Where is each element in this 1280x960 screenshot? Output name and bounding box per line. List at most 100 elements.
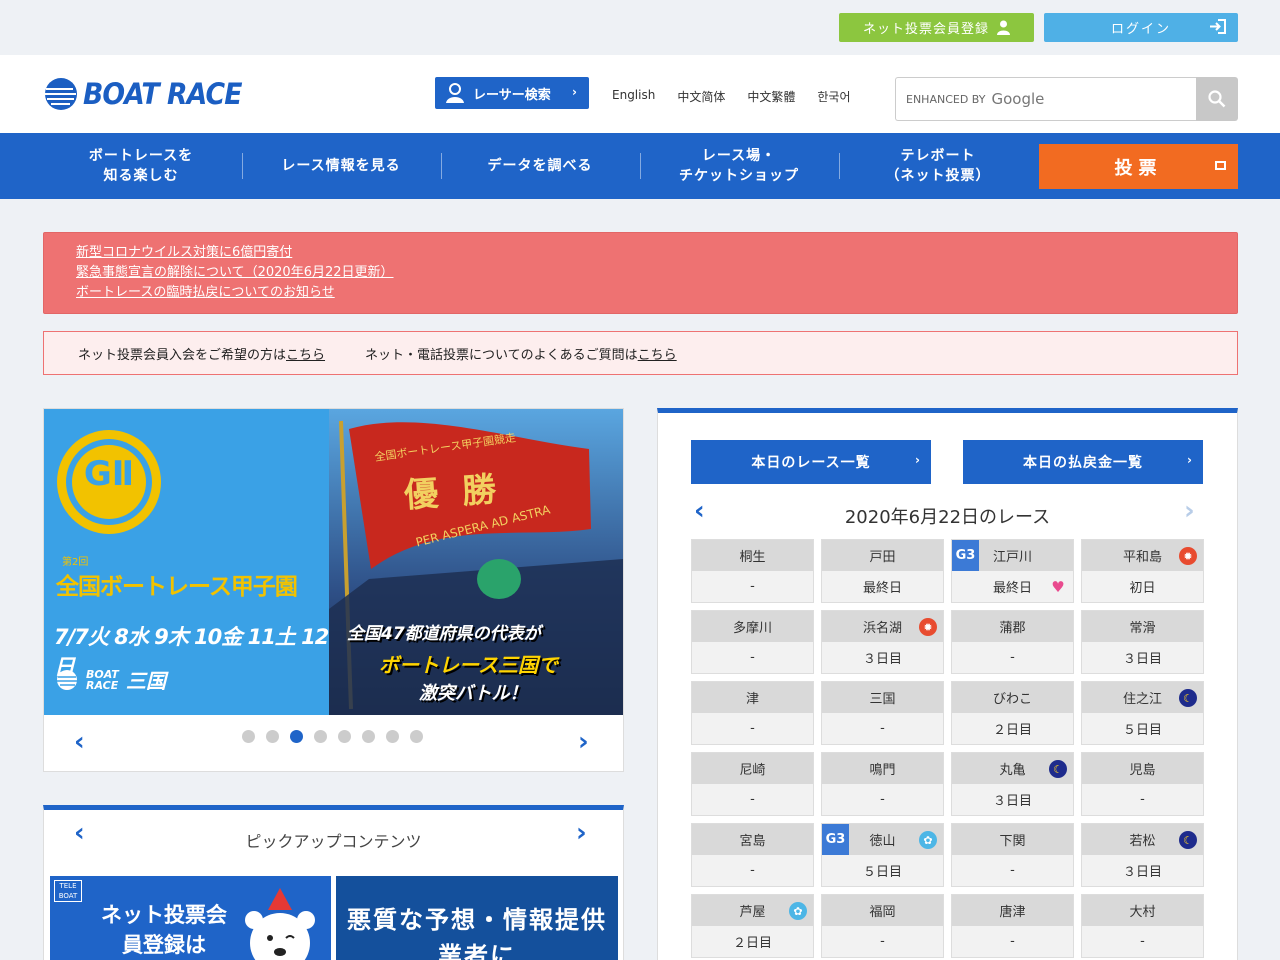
venue-cell[interactable]: 多摩川 - xyxy=(691,610,814,674)
venue-status-text: 最終日 xyxy=(992,581,1032,596)
today-races-button[interactable]: 本日のレース一覧 › xyxy=(691,440,931,484)
venue-cell[interactable]: 浜名湖 ✹ ３日目 xyxy=(821,610,944,674)
venue-cell[interactable]: 芦屋 ✿ ２日目 xyxy=(691,894,814,958)
venue-name: 津 xyxy=(692,682,813,713)
vote-label: 投票 xyxy=(1114,157,1163,179)
carousel-dot[interactable] xyxy=(266,730,279,743)
nav-label-line2: チケットショップ xyxy=(679,168,799,184)
banner-image[interactable]: GⅡ 第2回 全国ボートレース甲子園 7/7火 8水 9木 10金 11土 12… xyxy=(44,409,623,715)
venue-cell[interactable]: びわこ ２日目 xyxy=(951,681,1074,745)
venue-status: - xyxy=(952,642,1073,673)
carousel-dot[interactable] xyxy=(386,730,399,743)
venue-status-text: - xyxy=(1140,792,1145,807)
carousel-dot-active[interactable] xyxy=(290,730,303,743)
heart-icon: ♥ xyxy=(1051,578,1065,596)
carousel-dot[interactable] xyxy=(338,730,351,743)
venue-name-text: 浜名湖 xyxy=(862,621,902,636)
search-input[interactable]: ENHANCED BY Google xyxy=(895,77,1196,121)
nav-item-data[interactable]: データを調べる xyxy=(440,133,640,199)
venue-cell[interactable]: G3 徳山 ✿ ５日目 xyxy=(821,823,944,887)
carousel-dot[interactable] xyxy=(362,730,375,743)
venue-cell[interactable]: 三国 - xyxy=(821,681,944,745)
banner-logo-text: BOAT RACE xyxy=(86,667,119,692)
venue-name-text: 尼崎 xyxy=(739,763,766,778)
venue-status-text: ２日目 xyxy=(992,723,1032,738)
venue-cell[interactable]: 住之江 ☾ ５日目 xyxy=(1081,681,1204,745)
chevron-right-icon: › xyxy=(915,453,921,467)
today-payouts-button[interactable]: 本日の払戻金一覧 › xyxy=(963,440,1203,484)
carousel-dot[interactable] xyxy=(314,730,327,743)
pickup-card-register[interactable]: TELE BOAT ネット投票会員登録は xyxy=(50,876,331,960)
venue-cell[interactable]: 下関 - xyxy=(951,823,1074,887)
nav-item-stadium[interactable]: レース場・チケットショップ xyxy=(639,133,839,199)
venue-cell[interactable]: 若松 ☾ ３日目 xyxy=(1081,823,1204,887)
venue-cell[interactable]: 児島 - xyxy=(1081,752,1204,816)
nav-item-race-info[interactable]: レース情報を見る xyxy=(241,133,441,199)
racer-search-button[interactable]: レーサー検索 › xyxy=(435,77,589,109)
venue-cell[interactable]: 唐津 - xyxy=(951,894,1074,958)
pickup-card-warning[interactable]: 悪質な予想・情報提供業者に xyxy=(336,876,618,960)
net-vote-register-button[interactable]: ネット投票会員登録 xyxy=(839,13,1034,42)
pickup-card2-text: 悪質な予想・情報提供業者に xyxy=(347,905,607,960)
grade-text: GⅡ xyxy=(83,454,135,494)
venue-name: 住之江 ☾ xyxy=(1082,682,1203,713)
venue-name: G3 徳山 ✿ xyxy=(822,824,943,855)
search-button[interactable] xyxy=(1196,77,1238,121)
venue-status-text: - xyxy=(1010,934,1015,949)
venue-cell[interactable]: 常滑 ３日目 xyxy=(1081,610,1204,674)
venue-name: 福岡 xyxy=(822,895,943,926)
venue-status: - xyxy=(1082,784,1203,815)
nav-item-teleboat[interactable]: テレボート （ネット投票） xyxy=(838,133,1038,199)
nav-item-learn[interactable]: ボートレースを 知る楽しむ xyxy=(41,133,241,199)
venue-cell[interactable]: 福岡 - xyxy=(821,894,944,958)
lang-zh-hans[interactable]: 中文简体 xyxy=(677,88,725,105)
venue-cell[interactable]: 桐生 - xyxy=(691,539,814,603)
vote-button[interactable]: 投票 xyxy=(1039,144,1238,189)
venue-status-text: 最終日 xyxy=(862,581,902,596)
venue-cell[interactable]: 鳴門 - xyxy=(821,752,944,816)
venue-name-text: 鳴門 xyxy=(869,763,896,778)
alert-link-donation[interactable]: 新型コロナウイルス対策に6億円寄付 xyxy=(76,243,1237,263)
pickup-section: ‹ ピックアップコンテンツ › TELE BOAT ネット投票会員登録は 悪質な… xyxy=(43,805,624,960)
venue-status: - xyxy=(952,926,1073,957)
venue-cell[interactable]: 丸亀 ☾ ３日目 xyxy=(951,752,1074,816)
venue-name-text: 徳山 xyxy=(869,834,896,849)
venue-cell[interactable]: 尼崎 - xyxy=(691,752,814,816)
venue-status-text: ３日目 xyxy=(1122,652,1162,667)
venue-status: 初日 xyxy=(1082,571,1203,602)
venue-cell[interactable]: 大村 - xyxy=(1081,894,1204,958)
lang-english[interactable]: English xyxy=(612,88,655,105)
venue-status-text: ２日目 xyxy=(732,936,772,951)
venue-name: 浜名湖 ✹ xyxy=(822,611,943,642)
boat-logo-icon xyxy=(45,78,77,110)
carousel-prev-icon[interactable]: ‹ xyxy=(74,727,85,757)
venue-cell[interactable]: 平和島 ✹ 初日 xyxy=(1081,539,1204,603)
nav-label-line1: レース場・ xyxy=(701,148,777,164)
venue-cell[interactable]: 宮島 - xyxy=(691,823,814,887)
venue-status: - xyxy=(692,642,813,673)
boatrace-logo[interactable]: BOAT RACE xyxy=(43,77,255,111)
nav-label: レース情報を見る xyxy=(281,158,401,174)
alert-link-refund[interactable]: ボートレースの臨時払戻についてのお知らせ xyxy=(76,283,1237,303)
venue-status-text: - xyxy=(880,792,885,807)
carousel-dot[interactable] xyxy=(242,730,255,743)
venue-status-text: - xyxy=(1140,934,1145,949)
pickup-next-icon[interactable]: › xyxy=(576,818,587,848)
carousel-next-icon[interactable]: › xyxy=(578,727,589,757)
alert-link-emergency[interactable]: 緊急事態宣言の解除について（2020年6月22日更新） xyxy=(76,263,1237,283)
carousel-dot[interactable] xyxy=(410,730,423,743)
lang-korean[interactable]: 한국어 xyxy=(817,88,850,105)
venue-cell[interactable]: G3 江戸川 最終日 ♥ xyxy=(951,539,1074,603)
login-button[interactable]: ログイン xyxy=(1044,13,1238,42)
next-day-icon[interactable]: › xyxy=(1184,496,1195,526)
info-register-link[interactable]: こちら xyxy=(286,348,325,363)
search-enhanced-label: ENHANCED BY xyxy=(906,92,986,106)
venue-cell[interactable]: 戸田 最終日 xyxy=(821,539,944,603)
lang-zh-hant[interactable]: 中文繁體 xyxy=(747,88,795,105)
venue-name: 三国 xyxy=(822,682,943,713)
racer-search-label: レーサー検索 xyxy=(473,87,551,103)
venue-cell[interactable]: 蒲郡 - xyxy=(951,610,1074,674)
moon-icon: ☾ xyxy=(1049,760,1067,778)
info-faq-link[interactable]: こちら xyxy=(638,348,677,363)
venue-cell[interactable]: 津- xyxy=(691,681,814,745)
